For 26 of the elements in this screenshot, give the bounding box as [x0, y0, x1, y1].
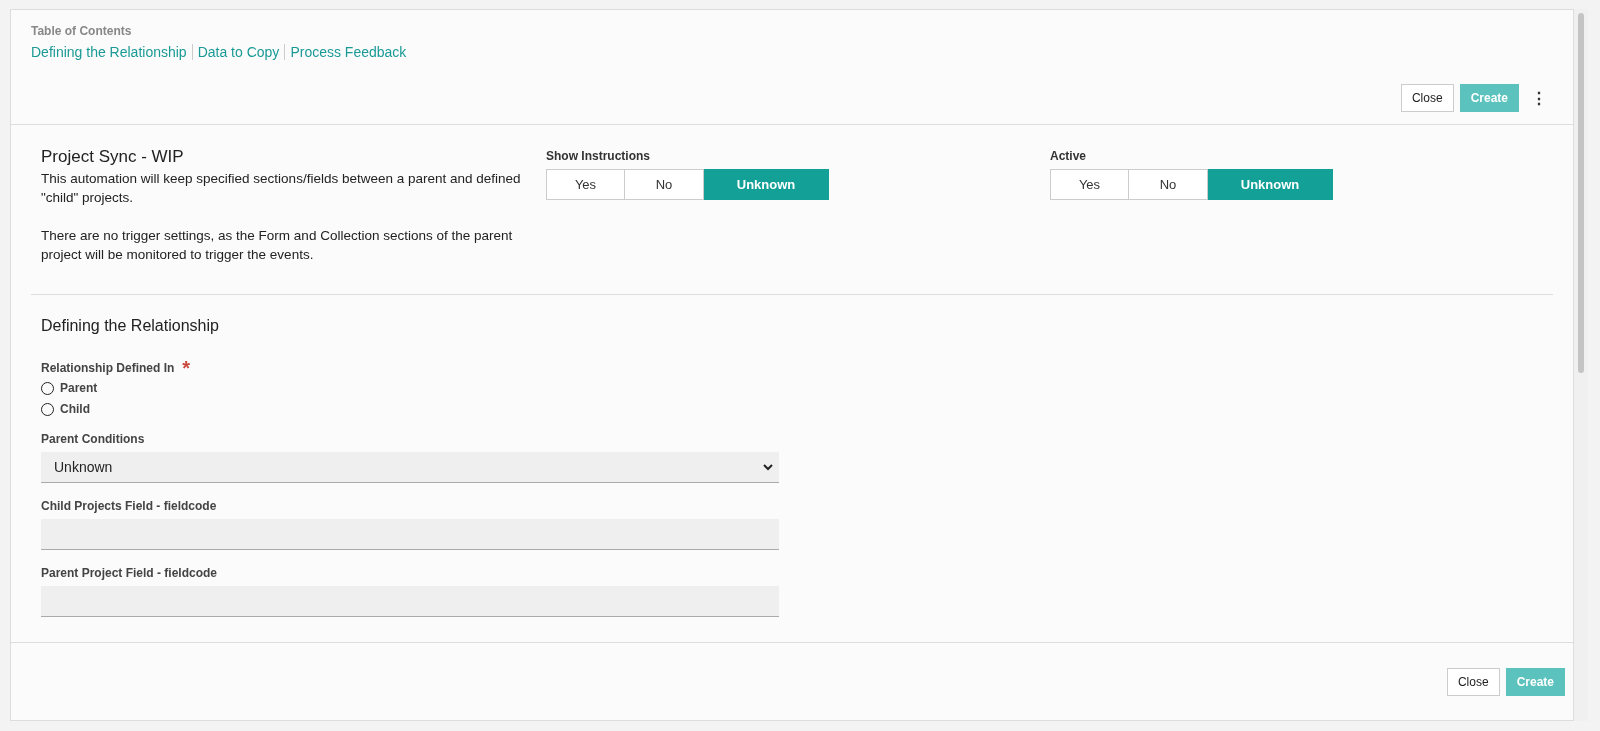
field-label: Parent Project Field - fieldcode — [41, 566, 218, 580]
field-label: Parent Conditions — [41, 432, 145, 446]
dropdown-field[interactable]: Unknown — [41, 452, 779, 483]
input-field[interactable] — [41, 519, 779, 550]
chevron-down-icon — [763, 463, 773, 471]
section-title: Defining the Relationship — [41, 317, 220, 335]
field-label: Child Projects Field - fieldcode — [41, 499, 217, 513]
input-field[interactable] — [41, 586, 779, 617]
segment-option[interactable]: Yes — [546, 169, 625, 200]
automation-title: Project Sync - WIP — [41, 147, 185, 167]
field-label: Relationship Defined In — [41, 361, 175, 375]
close-button[interactable]: Close — [1446, 667, 1500, 696]
segment-option[interactable]: Yes — [1050, 169, 1129, 200]
segment-option[interactable]: No — [625, 169, 704, 200]
toc-title: Table of Contents — [31, 24, 133, 38]
description-paragraph: There are no trigger settings, as the Form and Collection sections of the parent project will be monitored to trigger the events. — [41, 227, 514, 264]
segment-option[interactable]: No — [1129, 169, 1208, 200]
description-paragraph: This automation will keep specified sections/fields between a parent and defined "child" projects. — [41, 170, 521, 207]
scrollbar-thumb[interactable] — [1578, 13, 1584, 373]
close-button[interactable]: Close — [1400, 84, 1454, 112]
required-asterisk: * — [182, 362, 191, 374]
radio-option[interactable]: Child — [41, 402, 1543, 416]
more-menu-button[interactable]: ⋮ — [1525, 88, 1553, 108]
radio-option[interactable]: Parent — [41, 381, 1543, 395]
toggle-label: Show Instructions — [546, 149, 651, 163]
toggle-label: Active — [1050, 149, 1088, 163]
